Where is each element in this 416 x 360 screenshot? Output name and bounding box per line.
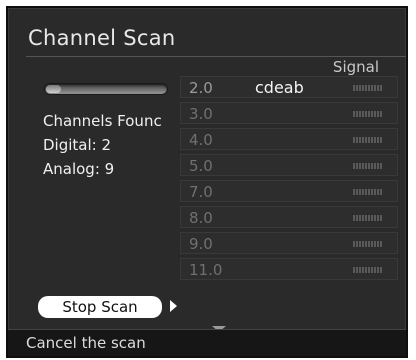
- scan-progress-fill: [46, 85, 61, 93]
- channel-number: 9.0: [189, 235, 213, 253]
- channel-name: cdeab: [255, 78, 304, 97]
- channel-row[interactable]: 7.0: [180, 180, 398, 202]
- title-divider: [26, 56, 406, 57]
- channel-row[interactable]: 11.0: [180, 258, 398, 280]
- signal-strength-meter: [353, 267, 383, 273]
- stop-scan-button[interactable]: Stop Scan: [38, 296, 162, 318]
- channel-number: 7.0: [189, 183, 213, 201]
- channel-number: 3.0: [189, 105, 213, 123]
- channel-number: 5.0: [189, 157, 213, 175]
- channel-number: 11.0: [189, 261, 223, 279]
- channel-row[interactable]: 3.0: [180, 102, 398, 124]
- signal-strength-meter: [353, 111, 383, 117]
- signal-strength-meter: [353, 85, 383, 91]
- channel-row[interactable]: 5.0: [180, 154, 398, 176]
- channel-scan-window: Channel Scan Signal Channels Founc Digit…: [6, 6, 408, 358]
- window-title: Channel Scan: [28, 26, 176, 50]
- channel-list: 2.0 cdeab 3.0 4.0 5.0 7.0 8.0 9.0 11.0: [180, 76, 398, 284]
- signal-strength-meter: [353, 137, 383, 143]
- channel-row[interactable]: 8.0: [180, 206, 398, 228]
- channel-row[interactable]: 9.0: [180, 232, 398, 254]
- channel-number: 4.0: [189, 131, 213, 149]
- digital-count-label: Digital: 2: [43, 136, 112, 154]
- channels-found-label: Channels Founc: [43, 112, 162, 130]
- status-bar: Cancel the scan: [8, 329, 406, 356]
- channel-number: 2.0: [189, 79, 213, 97]
- status-hint: Cancel the scan: [26, 334, 146, 352]
- signal-strength-meter: [353, 189, 383, 195]
- scan-progress-bar: [44, 83, 168, 95]
- channel-row[interactable]: 4.0: [180, 128, 398, 150]
- analog-count-label: Analog: 9: [43, 160, 115, 178]
- signal-strength-meter: [353, 163, 383, 169]
- signal-strength-meter: [353, 241, 383, 247]
- channel-number: 8.0: [189, 209, 213, 227]
- signal-column-header: Signal: [332, 58, 379, 76]
- triangle-right-icon: [170, 300, 177, 312]
- signal-strength-meter: [353, 215, 383, 221]
- channel-row[interactable]: 2.0 cdeab: [180, 76, 398, 98]
